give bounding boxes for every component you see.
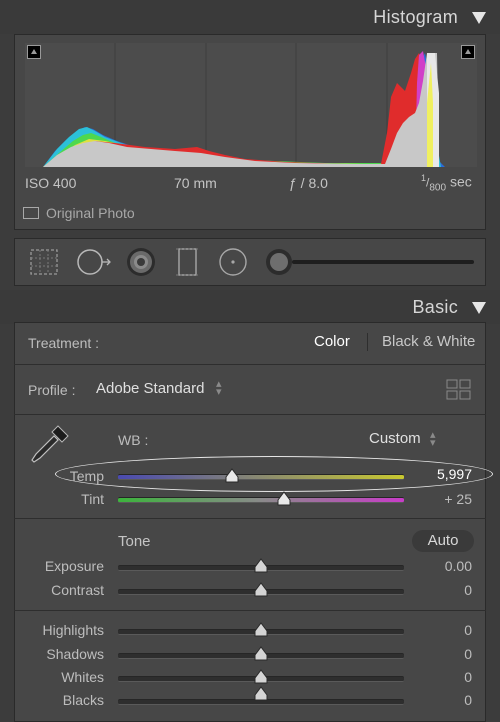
profile-browser-grid-icon[interactable] — [446, 379, 472, 401]
profile-dropdown[interactable]: Adobe Standard — [96, 380, 204, 397]
blacks-value[interactable]: 0 — [410, 692, 472, 708]
divider — [14, 364, 486, 365]
contrast-label: Contrast — [51, 582, 104, 598]
treatment-bw-option[interactable]: Black & White — [382, 333, 475, 350]
whites-value[interactable]: 0 — [410, 669, 472, 685]
original-photo-label: Original Photo — [46, 205, 135, 221]
temp-label: Temp — [69, 468, 104, 484]
basic-title: Basic — [412, 297, 458, 317]
profile-label: Profile : — [28, 382, 76, 398]
radial-filter-icon[interactable] — [218, 246, 250, 278]
highlights-value[interactable]: 0 — [410, 622, 472, 638]
contrast-value[interactable]: 0 — [410, 582, 472, 598]
histogram-box: ISO 400 70 mm ƒ / 8.0 1/800 sec Original… — [14, 34, 486, 230]
blacks-label: Blacks — [62, 692, 104, 708]
brush-size-slider[interactable] — [292, 260, 474, 264]
triangle-up-icon — [31, 49, 37, 54]
histogram-title: Histogram — [373, 7, 458, 27]
iso-readout: ISO 400 — [25, 175, 77, 191]
shadows-label: Shadows — [46, 646, 104, 662]
highlight-clipping-toggle[interactable] — [461, 45, 475, 59]
triangle-up-icon — [465, 49, 471, 54]
whites-label: Whites — [61, 669, 104, 685]
shutter-readout: 1/800 sec — [421, 173, 472, 194]
exposure-value[interactable]: 0.00 — [410, 558, 472, 574]
collapse-triangle-icon[interactable] — [472, 12, 486, 24]
red-eye-icon[interactable] — [124, 246, 158, 278]
treatment-color-option[interactable]: Color — [314, 333, 350, 350]
focal-length-readout: 70 mm — [174, 175, 217, 191]
histogram-chart — [43, 43, 445, 167]
collapse-triangle-icon[interactable] — [472, 302, 486, 314]
tint-label: Tint — [81, 491, 104, 507]
histogram-graph — [25, 43, 477, 167]
basic-panel-header[interactable]: Basic — [0, 290, 500, 324]
shutter-unit: sec — [449, 173, 472, 190]
temp-value[interactable]: 5,997 — [410, 466, 472, 482]
temp-slider-track[interactable] — [118, 474, 404, 480]
highlights-label: Highlights — [42, 622, 104, 638]
divider — [14, 610, 486, 611]
crop-overlay-icon[interactable] — [28, 247, 60, 277]
original-photo-checkbox[interactable] — [23, 207, 39, 219]
divider — [14, 414, 486, 415]
graduated-filter-icon[interactable] — [174, 246, 202, 278]
dropdown-arrows-icon[interactable]: ▴ ▾ — [430, 430, 436, 449]
white-balance-eyedropper-icon[interactable] — [28, 422, 72, 466]
histogram-luminance — [43, 53, 439, 167]
tone-label: Tone — [118, 533, 151, 550]
divider — [14, 518, 486, 519]
treatment-divider — [367, 333, 368, 351]
spot-removal-icon[interactable] — [76, 246, 112, 278]
exposure-label: Exposure — [44, 558, 104, 574]
aperture-readout: ƒ / 8.0 — [289, 175, 328, 191]
wb-label: WB : — [118, 432, 149, 448]
wb-dropdown[interactable]: Custom — [369, 430, 421, 447]
shutter-denominator: 800 — [429, 182, 447, 194]
auto-tone-button[interactable]: Auto — [412, 530, 474, 552]
tint-slider-track[interactable] — [118, 497, 404, 503]
treatment-label: Treatment : — [28, 335, 100, 351]
shadows-value[interactable]: 0 — [410, 646, 472, 662]
histogram-panel-header[interactable]: Histogram — [0, 0, 500, 34]
tint-value[interactable]: + 25 — [410, 491, 472, 507]
basic-panel-body — [14, 322, 486, 722]
shadow-clipping-toggle[interactable] — [27, 45, 41, 59]
dropdown-arrows-icon[interactable]: ▴ ▾ — [216, 379, 222, 398]
